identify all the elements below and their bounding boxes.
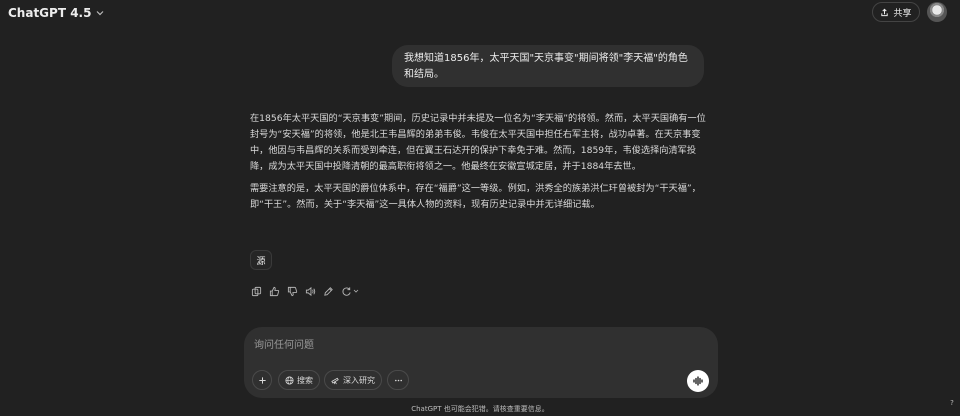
share-label: 共享 bbox=[893, 8, 912, 19]
search-button[interactable]: 搜索 bbox=[278, 370, 320, 390]
disclaimer: ChatGPT 也可能会犯错。请核查重要信息。 bbox=[411, 405, 549, 413]
search-label: 搜索 bbox=[297, 375, 313, 385]
avatar[interactable] bbox=[927, 2, 947, 22]
model-name: ChatGPT 4.5 bbox=[8, 6, 92, 20]
more-tools-button[interactable] bbox=[387, 370, 409, 390]
answer-paragraph: 在1856年太平天国的“天京事变”期间，历史记录中并未提及一位名为“李天福”的将… bbox=[250, 113, 706, 172]
chevron-down-icon bbox=[353, 289, 358, 293]
copy-icon bbox=[251, 286, 261, 296]
deep-research-label: 深入研究 bbox=[343, 375, 375, 385]
top-bar: ChatGPT 4.5 共享 bbox=[0, 0, 960, 26]
share-button[interactable]: 共享 bbox=[872, 2, 920, 22]
thumbs-up-button[interactable] bbox=[268, 285, 280, 297]
read-aloud-button[interactable] bbox=[304, 285, 316, 297]
pencil-icon bbox=[323, 286, 333, 296]
attach-button[interactable] bbox=[252, 370, 272, 390]
refresh-icon bbox=[341, 286, 351, 296]
thumbs-up-icon bbox=[269, 286, 279, 296]
assistant-response: 在1856年太平天国的“天京事变”期间，历史记录中并未提及一位名为“李天福”的将… bbox=[250, 111, 710, 219]
model-selector[interactable]: ChatGPT 4.5 bbox=[8, 4, 105, 22]
thumbs-down-button[interactable] bbox=[286, 285, 298, 297]
prompt-input[interactable]: 询问任何问题 bbox=[254, 336, 314, 351]
deep-research-button[interactable]: 深入研究 bbox=[324, 370, 382, 390]
message-actions bbox=[250, 284, 360, 298]
voice-mode-button[interactable] bbox=[687, 370, 709, 392]
edit-in-canvas-button[interactable] bbox=[322, 285, 334, 297]
regenerate-button[interactable] bbox=[340, 285, 360, 297]
user-message: 我想知道1856年，太平天国"天京事变"期间将领"李天福"的角色和结局。 bbox=[392, 45, 704, 87]
copy-button[interactable] bbox=[250, 285, 262, 297]
help-button[interactable]: ? bbox=[946, 397, 958, 409]
sources-button[interactable]: 源 bbox=[250, 250, 272, 270]
plus-icon bbox=[258, 376, 266, 384]
telescope-icon bbox=[331, 377, 339, 384]
voice-waveform-icon bbox=[693, 376, 703, 386]
globe-icon bbox=[285, 375, 294, 385]
thumbs-down-icon bbox=[287, 286, 297, 296]
speaker-icon bbox=[305, 286, 315, 296]
share-icon bbox=[881, 8, 889, 16]
answer-paragraph: 需要注意的是，太平天国的爵位体系中，存在“福爵”这一等级。例如，洪秀全的族弟洪仁… bbox=[250, 183, 701, 210]
composer: 询问任何问题 搜索 深入研究 bbox=[244, 327, 718, 398]
chevron-down-icon bbox=[97, 11, 104, 16]
more-icon bbox=[394, 379, 402, 381]
